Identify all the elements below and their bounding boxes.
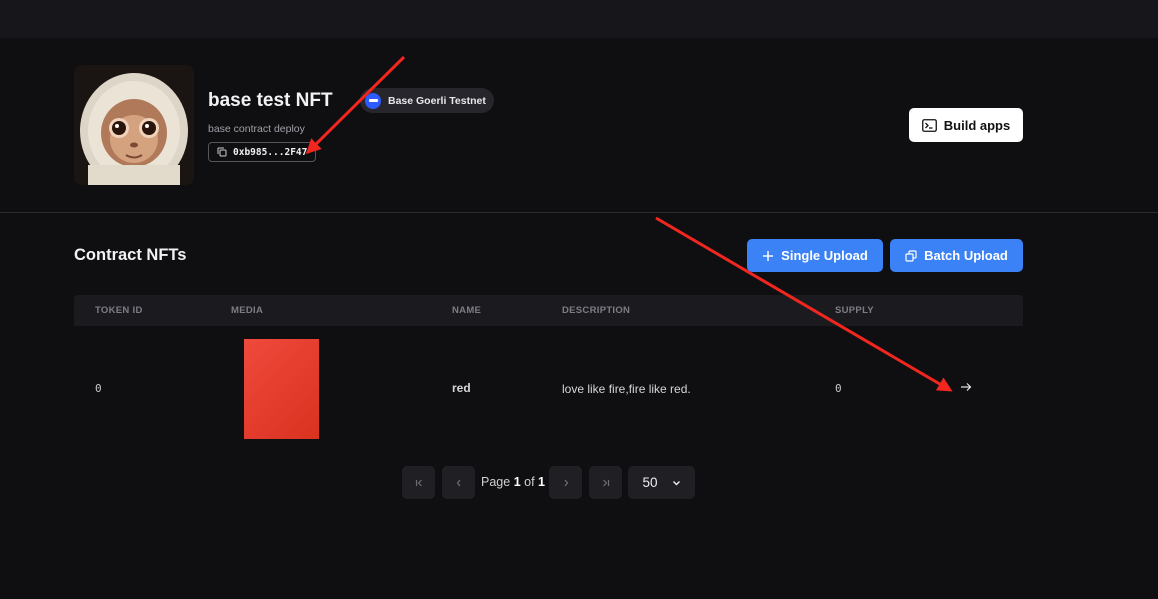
batch-upload-label: Batch Upload [924, 248, 1008, 263]
next-page-button[interactable] [549, 466, 582, 499]
nft-description-cell: love like fire,fire like red. [562, 382, 691, 396]
total-pages: 1 [538, 475, 545, 489]
chain-label: Base Goerli Testnet [388, 94, 486, 107]
build-apps-button[interactable]: Build apps [909, 108, 1023, 142]
contract-avatar [74, 65, 194, 185]
supply-cell: 0 [835, 382, 842, 395]
contract-header: base test NFT Base Goerli Testnet base c… [0, 38, 1158, 213]
chevron-left-icon [456, 479, 460, 486]
plus-icon [763, 250, 774, 261]
contract-address: 0xb985...2F47 [233, 146, 308, 158]
token-id-cell: 0 [95, 382, 102, 395]
page-size-value: 50 [642, 475, 658, 490]
page-size-select[interactable]: 50 [628, 466, 695, 499]
previous-page-button[interactable] [442, 466, 475, 499]
nft-name-cell: red [452, 381, 471, 395]
first-page-icon [415, 479, 422, 486]
column-header-token-id: TOKEN ID [95, 305, 143, 316]
of-word: of [524, 475, 535, 489]
single-upload-label: Single Upload [781, 248, 868, 263]
column-header-name: NAME [452, 305, 482, 316]
page-indicator: Page 1 of 1 [481, 475, 545, 489]
last-page-icon [602, 479, 609, 486]
page-word: Page [481, 475, 511, 489]
build-apps-label: Build apps [943, 117, 1011, 133]
section-title: Contract NFTs [74, 246, 187, 264]
table-row[interactable]: 0 red love like fire,fire like red. 0 [74, 326, 1023, 452]
contract-description: base contract deploy [208, 123, 305, 135]
copy-stack-icon [905, 249, 917, 262]
top-bar [0, 0, 1158, 38]
chain-badge: Base Goerli Testnet [360, 88, 494, 113]
contract-title: base test NFT [208, 90, 333, 111]
arrow-right-icon[interactable] [960, 382, 972, 392]
copy-icon [217, 147, 227, 157]
copy-address-button[interactable]: 0xb985...2F47 [208, 142, 317, 162]
batch-upload-button[interactable]: Batch Upload [890, 239, 1023, 272]
base-chain-icon [365, 92, 381, 109]
first-page-button[interactable] [402, 466, 435, 499]
nft-media-thumbnail [244, 339, 319, 439]
current-page: 1 [513, 475, 521, 489]
table-header: TOKEN ID MEDIA NAME DESCRIPTION SUPPLY [74, 295, 1023, 326]
column-header-media: MEDIA [231, 305, 264, 316]
terminal-icon [921, 118, 937, 132]
last-page-button[interactable] [589, 466, 622, 499]
column-header-description: DESCRIPTION [562, 305, 631, 316]
chevron-down-icon [672, 480, 680, 485]
chevron-right-icon [564, 479, 568, 486]
single-upload-button[interactable]: Single Upload [747, 239, 883, 272]
column-header-supply: SUPPLY [835, 305, 874, 316]
